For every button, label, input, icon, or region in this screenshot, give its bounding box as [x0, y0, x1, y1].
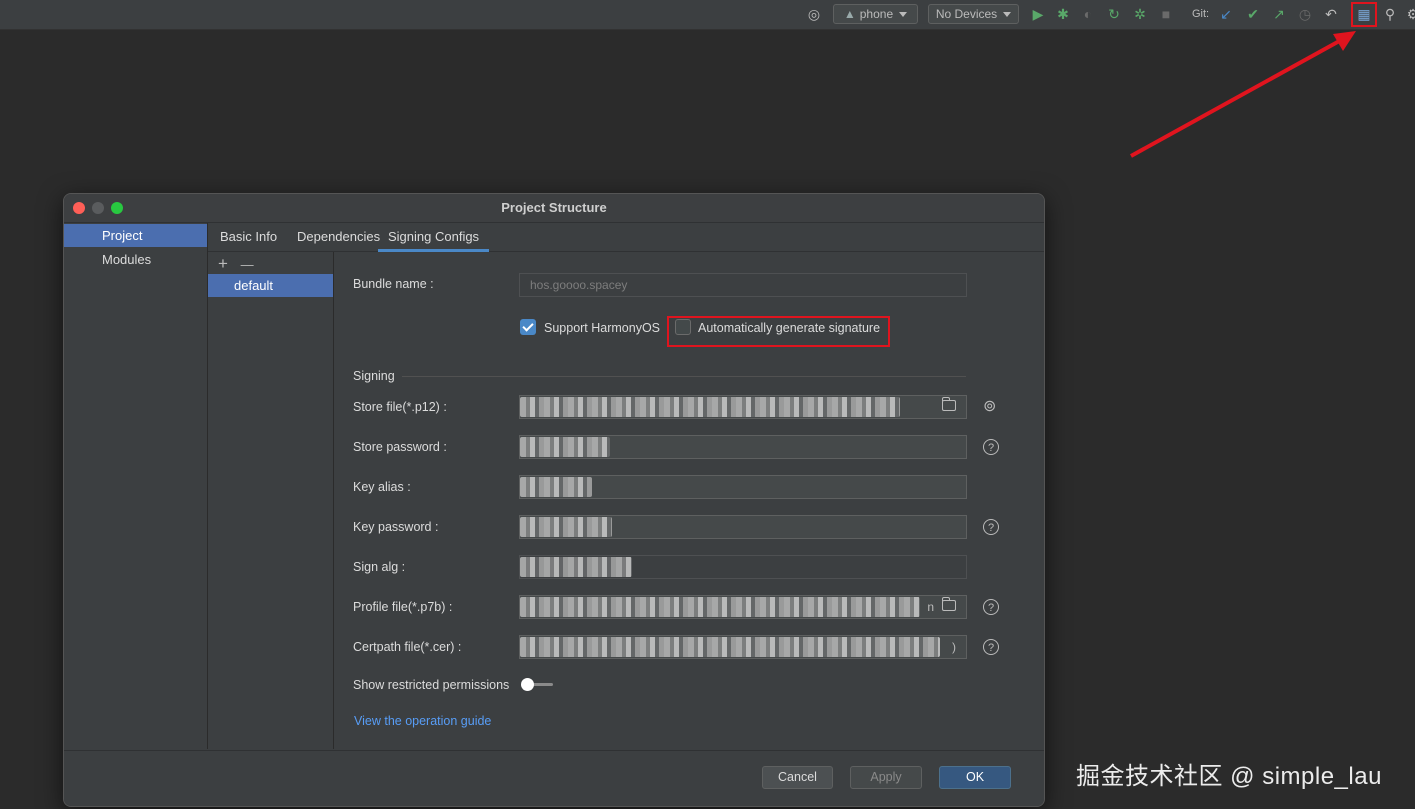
nav-item-project[interactable]: Project	[64, 224, 207, 247]
sign-alg-label: Sign alg :	[353, 560, 406, 574]
tab-basic-info[interactable]: Basic Info	[220, 223, 277, 251]
sign-alg-field	[519, 555, 967, 579]
tab-signing-configs[interactable]: Signing Configs	[378, 223, 490, 252]
ok-button[interactable]: OK	[939, 766, 1011, 789]
folder-icon[interactable]	[942, 397, 956, 411]
redacted-value	[520, 517, 612, 537]
key-alias-label: Key alias :	[353, 480, 411, 494]
add-config-button[interactable]: +	[218, 254, 228, 273]
dialog-footer: Cancel Apply OK	[64, 750, 1044, 806]
folder-icon[interactable]	[942, 597, 956, 611]
certpath-file-field[interactable]: )	[519, 635, 967, 659]
config-list-toolbar: + —	[218, 254, 254, 274]
store-password-field[interactable]	[519, 435, 967, 459]
signing-section-title: Signing	[353, 369, 395, 383]
bundle-name-label: Bundle name :	[353, 277, 434, 291]
store-file-field[interactable]	[519, 395, 967, 419]
nav-item-label: Modules	[102, 252, 152, 267]
show-restricted-label: Show restricted permissions	[353, 678, 510, 692]
key-password-label: Key password :	[353, 520, 439, 534]
nav-item-label: Project	[102, 228, 143, 243]
dialog-titlebar: Project Structure	[64, 194, 1044, 223]
nav-item-modules[interactable]: Modules	[64, 248, 207, 271]
tab-dependencies[interactable]: Dependencies	[297, 223, 380, 251]
dialog-title: Project Structure	[501, 200, 607, 215]
support-harmonyos-label: Support HarmonyOS	[544, 321, 661, 335]
redacted-value	[520, 437, 610, 457]
config-item-label: default	[234, 278, 274, 293]
help-icon[interactable]: ?	[983, 439, 999, 455]
show-restricted-toggle[interactable]	[521, 678, 555, 692]
profile-file-suffix: n	[927, 600, 934, 614]
help-icon[interactable]: ?	[983, 599, 999, 615]
redacted-value	[520, 637, 940, 657]
store-password-label: Store password :	[353, 440, 447, 454]
operation-guide-link[interactable]: View the operation guide	[354, 714, 491, 728]
remove-config-button[interactable]: —	[241, 257, 254, 272]
profile-file-label: Profile file(*.p7b) :	[353, 600, 453, 614]
redacted-value	[520, 597, 920, 617]
certpath-file-label: Certpath file(*.cer) :	[353, 640, 462, 654]
key-password-field[interactable]	[519, 515, 967, 539]
help-icon[interactable]: ?	[983, 519, 999, 535]
redacted-value	[520, 397, 900, 417]
certpath-file-suffix: )	[952, 640, 956, 654]
config-item-default[interactable]: default	[208, 274, 333, 297]
redacted-value	[520, 557, 632, 577]
signing-config-list: + — default	[208, 252, 334, 749]
store-file-label: Store file(*.p12) :	[353, 400, 447, 414]
profile-file-field[interactable]: n	[519, 595, 967, 619]
fingerprint-icon[interactable]: ⊚	[983, 396, 996, 416]
cancel-button[interactable]: Cancel	[762, 766, 833, 789]
help-icon[interactable]: ?	[983, 639, 999, 655]
project-structure-dialog: Project Structure Project Modules Basic …	[63, 193, 1045, 807]
tab-bar: Basic Info Dependencies Signing Configs	[208, 223, 1044, 252]
key-alias-field[interactable]	[519, 475, 967, 499]
redacted-value	[520, 477, 592, 497]
section-divider	[402, 376, 966, 377]
watermark: 掘金技术社区 @ simple_lau	[1076, 763, 1382, 790]
structure-nav: Project Modules	[64, 223, 208, 749]
bundle-name-field: hos.goooo.spacey	[519, 273, 967, 297]
auto-signature-annotation-box	[667, 316, 890, 347]
apply-button[interactable]: Apply	[850, 766, 922, 789]
support-harmonyos-checkbox[interactable]	[520, 319, 536, 335]
